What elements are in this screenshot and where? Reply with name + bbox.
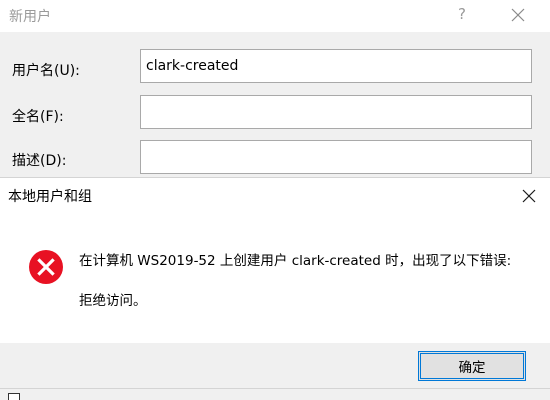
new-user-close-button[interactable] [505,4,531,28]
new-user-dialog-title: 新用户 [9,9,51,25]
close-icon [522,189,536,203]
desktop-stage: 新用户 ? 用户名(U): 全名(F): 描述(D): 本地用户和组 [0,0,550,400]
description-input[interactable] [140,140,532,174]
error-dialog: 本地用户和组 在计算机 WS2019-52 上创建用户 clark-create… [0,178,550,388]
username-label: 用户名(U): [12,63,80,79]
help-button[interactable]: ? [454,3,470,25]
option-checkbox[interactable] [8,393,20,400]
fullname-label: 全名(F): [12,109,64,125]
username-input[interactable] [140,49,532,83]
error-icon [29,250,63,284]
description-label: 描述(D): [12,153,67,169]
error-dialog-footer: 确定 [0,343,550,388]
ok-button[interactable]: 确定 [418,351,526,381]
error-detail: 拒绝访问。 [79,293,147,309]
close-icon [511,8,525,22]
error-dialog-title: 本地用户和组 [8,189,92,205]
error-message: 在计算机 WS2019-52 上创建用户 clark-created 时，出现了… [79,253,512,269]
error-close-button[interactable] [516,183,542,209]
fullname-input[interactable] [140,95,532,129]
new-user-lower-area [0,388,550,400]
new-user-titlebar: 新用户 ? [0,0,550,32]
